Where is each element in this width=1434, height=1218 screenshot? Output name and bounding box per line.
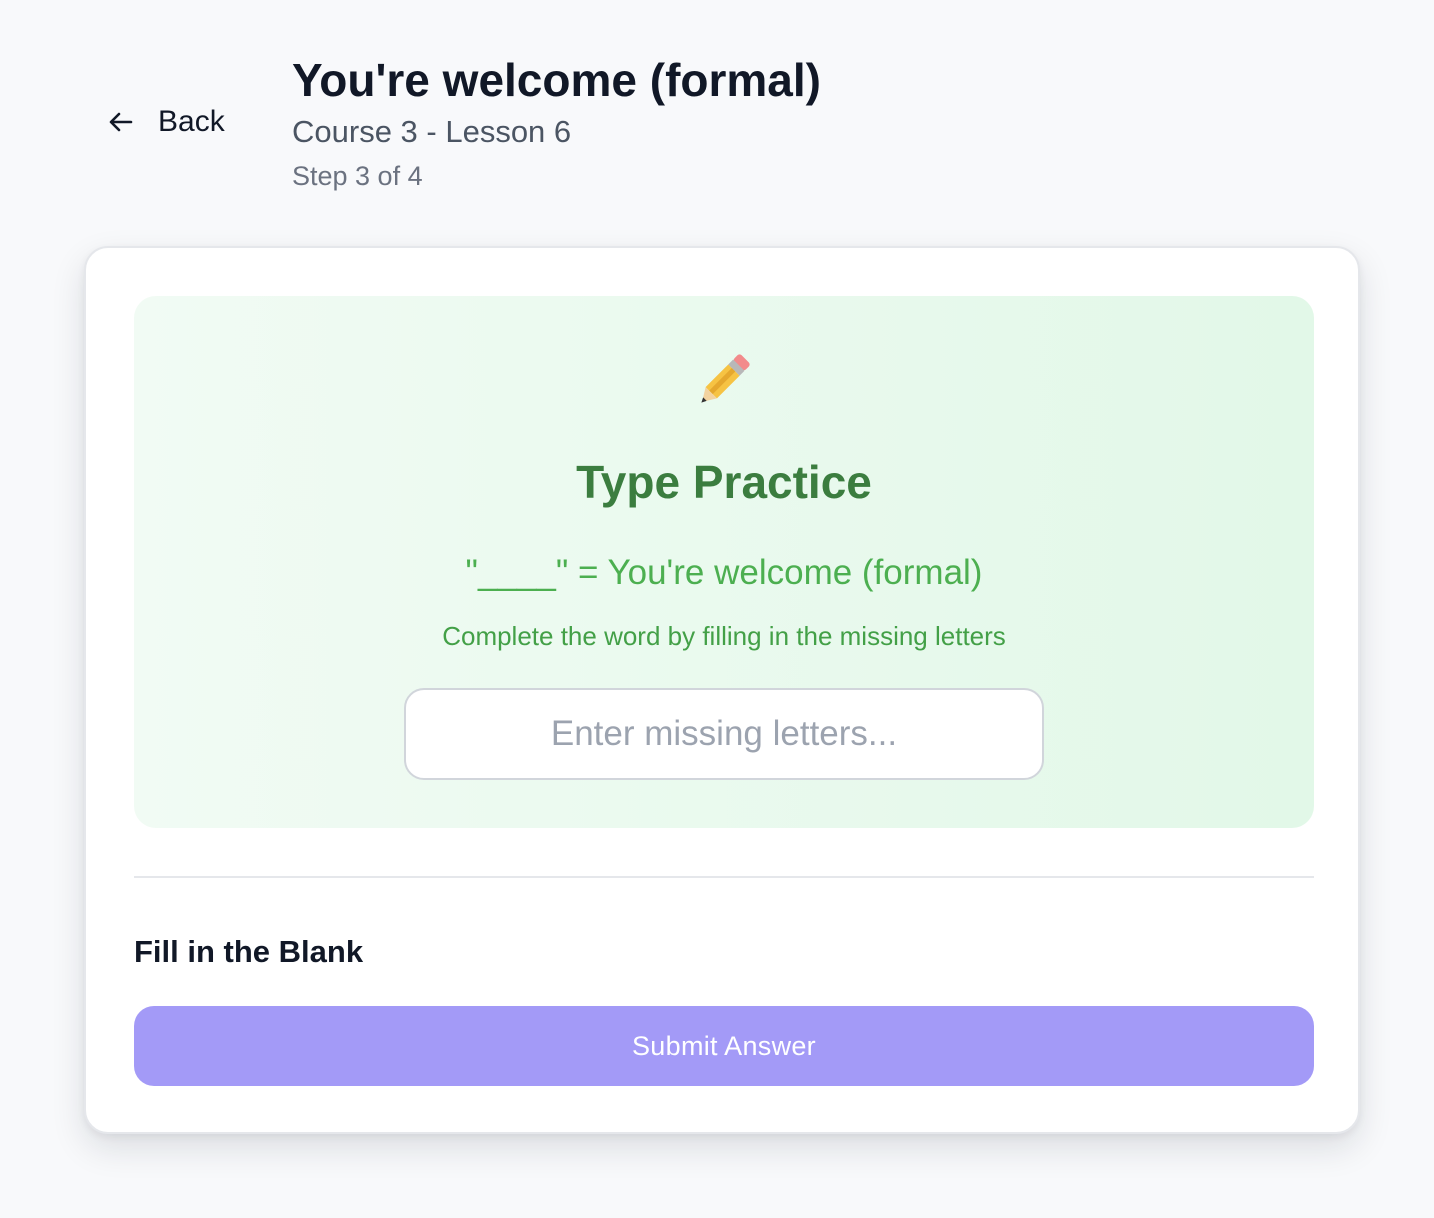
back-button-label: Back [158, 105, 225, 138]
exercise-card: Type Practice "____" = You're welcome (f… [84, 246, 1360, 1134]
practice-instruction: Complete the word by filling in the miss… [442, 621, 1006, 651]
submit-answer-button[interactable]: Submit Answer [134, 1006, 1314, 1086]
course-lesson-label: Course 3 - Lesson 6 [292, 114, 572, 149]
type-practice-panel: Type Practice "____" = You're welcome (f… [134, 296, 1314, 828]
question-type-label: Fill in the Blank [134, 934, 364, 969]
lesson-titles: You're welcome (formal) Course 3 - Lesso… [292, 52, 821, 194]
pencil-icon [701, 354, 750, 403]
lesson-page: Back You're welcome (formal) Course 3 - … [0, 0, 1434, 1218]
missing-letters-input[interactable] [404, 688, 1044, 780]
practice-title: Type Practice [576, 456, 872, 508]
step-indicator: Step 3 of 4 [292, 161, 423, 191]
lesson-header: Back You're welcome (formal) Course 3 - … [0, 0, 1434, 240]
back-button[interactable]: Back [106, 100, 225, 144]
practice-prompt: "____" = You're welcome (formal) [465, 553, 983, 592]
arrow-left-icon [106, 107, 136, 137]
page-title: You're welcome (formal) [292, 54, 821, 106]
section-divider [134, 876, 1314, 878]
